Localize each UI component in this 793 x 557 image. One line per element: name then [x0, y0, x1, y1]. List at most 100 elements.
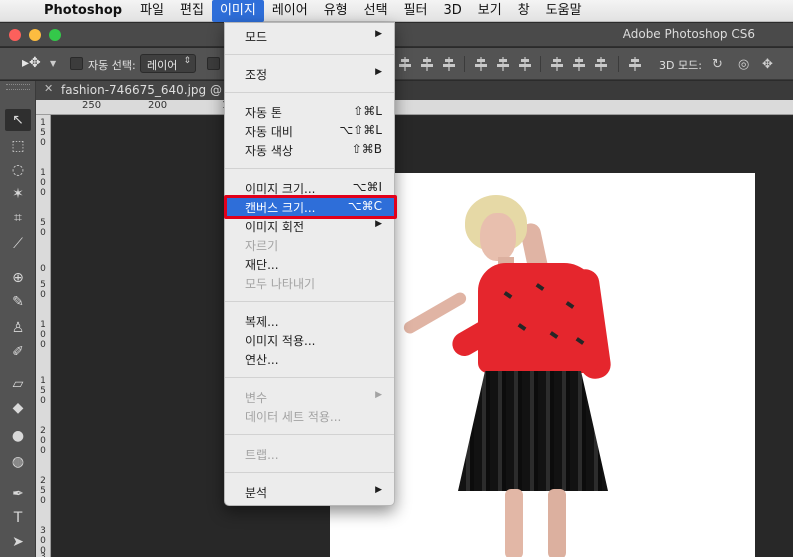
horizontal-ruler[interactable]: 250 200 150 100 [36, 100, 793, 115]
menu-3d[interactable]: 3D [435, 0, 469, 22]
panel-grip[interactable] [6, 84, 30, 90]
3d-rotate-icon[interactable]: ↻ [712, 57, 723, 72]
menu-separator [225, 377, 394, 378]
distribute-bottom-icon[interactable] [518, 57, 532, 71]
menu-window[interactable]: 창 [510, 0, 538, 22]
menu-select[interactable]: 선택 [356, 0, 396, 22]
tools-panel: ↖ ⬚ ◌ ✶ ⌗ ⟋ ⊕ ✎ ♙ ✐ ▱ ◆ ● ◍ ✒ T ➤ [0, 81, 36, 557]
crop-tool-icon[interactable]: ⌗ [5, 207, 31, 229]
menu-item[interactable]: 이미지 적용... [225, 330, 394, 349]
menu-item-label: 분석 [245, 486, 268, 500]
menu-item: 트랩... [225, 444, 394, 463]
auto-align-layers-icon[interactable] [628, 57, 642, 71]
auto-select-checkbox[interactable] [70, 57, 83, 70]
menu-image[interactable]: 이미지 [211, 0, 264, 22]
align-vertical-center-icon[interactable] [420, 57, 434, 71]
menu-item[interactable]: 조정 ▶ [225, 64, 394, 83]
menu-item[interactable]: 자동 톤 ⇧⌘L [225, 102, 394, 121]
minimize-window-button[interactable] [29, 29, 41, 41]
ruler-label: 5 [40, 218, 46, 228]
brush-tool-icon[interactable]: ✎ [5, 291, 31, 313]
menu-item[interactable]: 자동 색상 ⇧⌘B [225, 140, 394, 159]
menu-item-label: 복제... [245, 315, 279, 329]
3d-pan-icon[interactable]: ✥ [762, 57, 773, 72]
menu-separator [225, 472, 394, 473]
menu-app-name[interactable]: Photoshop [36, 0, 132, 22]
submenu-arrow-icon: ▶ [375, 67, 382, 77]
distribute-hcenter-icon[interactable] [572, 57, 586, 71]
menu-item[interactable]: 복제... [225, 311, 394, 330]
menu-edit[interactable]: 편집 [172, 0, 212, 22]
menu-layer[interactable]: 레이어 [264, 0, 316, 22]
history-brush-tool-icon[interactable]: ✐ [5, 341, 31, 363]
menu-item[interactable]: 연산... [225, 349, 394, 368]
menu-item-label: 자동 톤 [245, 106, 282, 120]
magic-wand-tool-icon[interactable]: ✶ [5, 183, 31, 205]
menu-type[interactable]: 유형 [316, 0, 356, 22]
paint-bucket-tool-icon[interactable]: ◆ [5, 397, 31, 419]
menu-item[interactable]: 자동 대비 ⌥⇧⌘L [225, 121, 394, 140]
submenu-arrow-icon: ▶ [375, 390, 382, 400]
document-tab[interactable]: ✕ fashion-746675_640.jpg @ [36, 81, 236, 100]
menu-filter[interactable]: 필터 [396, 0, 436, 22]
dodge-tool-icon[interactable]: ◍ [5, 451, 31, 473]
align-top-icon[interactable] [398, 57, 412, 71]
menu-item-label: 모드 [245, 30, 268, 44]
move-tool-icon[interactable]: ▸✥ [22, 55, 41, 71]
distribute-right-icon[interactable] [594, 57, 608, 71]
pen-tool-icon[interactable]: ✒ [5, 483, 31, 505]
path-selection-tool-icon[interactable]: ➤ [5, 531, 31, 553]
menu-item-label: 데이터 세트 적용... [245, 410, 342, 424]
menu-item[interactable]: 분석 ▶ [225, 482, 394, 501]
align-bottom-icon[interactable] [442, 57, 456, 71]
document-tab-name: fashion-746675_640.jpg @ [61, 83, 222, 97]
window-title-bar: Adobe Photoshop CS6 [0, 23, 793, 47]
type-tool-icon[interactable]: T [5, 507, 31, 529]
model-forearm [401, 290, 469, 336]
auto-select-dropdown[interactable]: 레이어 ⇕ [140, 54, 196, 73]
menu-bar: Photoshop 파일 편집 이미지 레이어 유형 선택 필터 3D 보기 창… [0, 0, 793, 22]
show-transform-controls-checkbox[interactable] [207, 57, 220, 70]
close-tab-icon[interactable]: ✕ [44, 82, 53, 95]
ruler-label: 0 [40, 436, 46, 446]
eraser-tool-icon[interactable]: ▱ [5, 373, 31, 395]
zoom-window-button[interactable] [49, 29, 61, 41]
menu-help[interactable]: 도움말 [538, 0, 590, 22]
clone-stamp-tool-icon[interactable]: ♙ [5, 317, 31, 339]
window-title: Adobe Photoshop CS6 [622, 27, 755, 41]
ruler-label: 0 [40, 496, 46, 506]
blur-tool-icon[interactable]: ● [5, 425, 31, 447]
3d-roll-icon[interactable]: ◎ [738, 57, 749, 72]
image-menu-dropdown: 모드 ▶ 조정 ▶ 자동 톤 ⇧⌘L 자동 대비 ⌥⇧⌘L 자동 색상 ⇧⌘B 이미지 크기... ⌥… [224, 22, 395, 506]
menu-item-label: 조정 [245, 68, 268, 82]
menu-item[interactable]: 재단... [225, 254, 394, 273]
ruler-label: 200 [148, 100, 168, 111]
distribute-top-icon[interactable] [474, 57, 488, 71]
tool-preset-caret-icon[interactable]: ▼ [50, 59, 56, 68]
menu-item: 변수 ▶ [225, 387, 394, 406]
annotation-highlight-box [224, 195, 397, 219]
menu-item-label: 연산... [245, 353, 279, 367]
ruler-label: 0 [40, 290, 46, 300]
vertical-ruler[interactable]: 15010050050100150200250300350 [36, 115, 51, 557]
ruler-label: 0 [40, 396, 46, 406]
ruler-label: 0 [40, 330, 46, 340]
distribute-vcenter-icon[interactable] [496, 57, 510, 71]
menu-view[interactable]: 보기 [470, 0, 510, 22]
ruler-label: 0 [40, 340, 46, 350]
ruler-label: 0 [40, 188, 46, 198]
eyedropper-tool-icon[interactable]: ⟋ [5, 233, 31, 255]
menu-separator [225, 168, 394, 169]
marquee-tool-icon[interactable]: ⬚ [5, 135, 31, 157]
distribute-left-icon[interactable] [550, 57, 564, 71]
menu-item[interactable]: 모드 ▶ [225, 26, 394, 45]
menu-file[interactable]: 파일 [132, 0, 172, 22]
model-face [480, 213, 516, 261]
move-tool-icon[interactable]: ↖ [5, 109, 31, 131]
menu-item-label: 자동 대비 [245, 125, 293, 139]
lasso-tool-icon[interactable]: ◌ [5, 159, 31, 181]
ruler-label: 5 [40, 486, 46, 496]
dropdown-arrows-icon: ⇕ [183, 56, 191, 66]
healing-brush-tool-icon[interactable]: ⊕ [5, 267, 31, 289]
close-window-button[interactable] [9, 29, 21, 41]
